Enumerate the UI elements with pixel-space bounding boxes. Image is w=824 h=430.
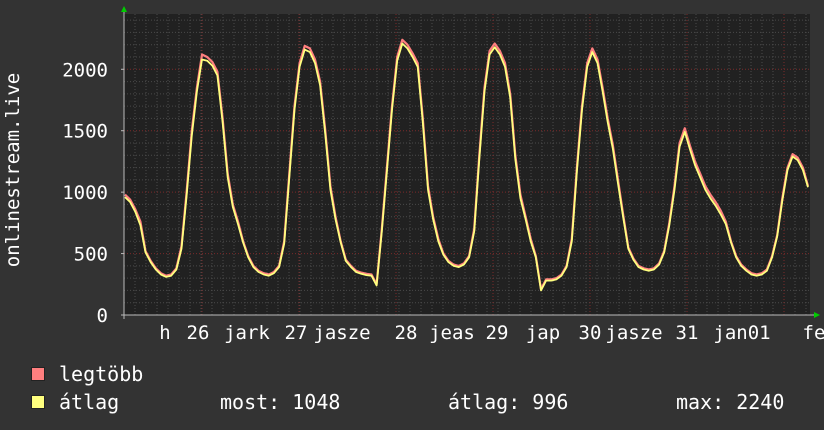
y-tick-label: 1000 [62, 182, 108, 204]
x-tick-label: jap [526, 322, 560, 344]
y-tick-label: 2000 [62, 59, 108, 81]
rrd-graph: 0500100015002000 h 26 jark 27 jasze 28 jeas 29 j… [2, 6, 824, 344]
x-tick-label: jasze [605, 322, 662, 344]
x-tick-label: jark [224, 322, 270, 344]
x-tick-label: h [159, 322, 170, 344]
x-tick-label: jan01 [713, 322, 770, 344]
x-tick-label: 27 [285, 322, 308, 344]
y-tick-label: 0 [97, 305, 108, 327]
y-axis-label: onlinestream.live [2, 73, 24, 267]
x-axis-arrow [814, 312, 820, 318]
y-axis-ticks: 0 500 1000 1500 2000 [62, 59, 108, 327]
y-tick-label: 1500 [62, 121, 108, 143]
y-axis-arrow [121, 6, 127, 12]
x-axis-ticks: h 26 jark 27 jasze 28 jeas 29 jap 30 jasze 31 jan01 f… [159, 322, 824, 344]
x-tick-label: 30 [579, 322, 602, 344]
x-tick-label: 29 [486, 322, 509, 344]
x-tick-label: 28 [395, 322, 418, 344]
x-tick-label: 31 [676, 322, 699, 344]
x-tick-label: 26 [187, 322, 210, 344]
x-tick-label: jeas [429, 322, 475, 344]
y-tick-label: 500 [74, 244, 108, 266]
x-tick-label: jasze [313, 322, 370, 344]
x-tick-label: fe [803, 322, 824, 344]
